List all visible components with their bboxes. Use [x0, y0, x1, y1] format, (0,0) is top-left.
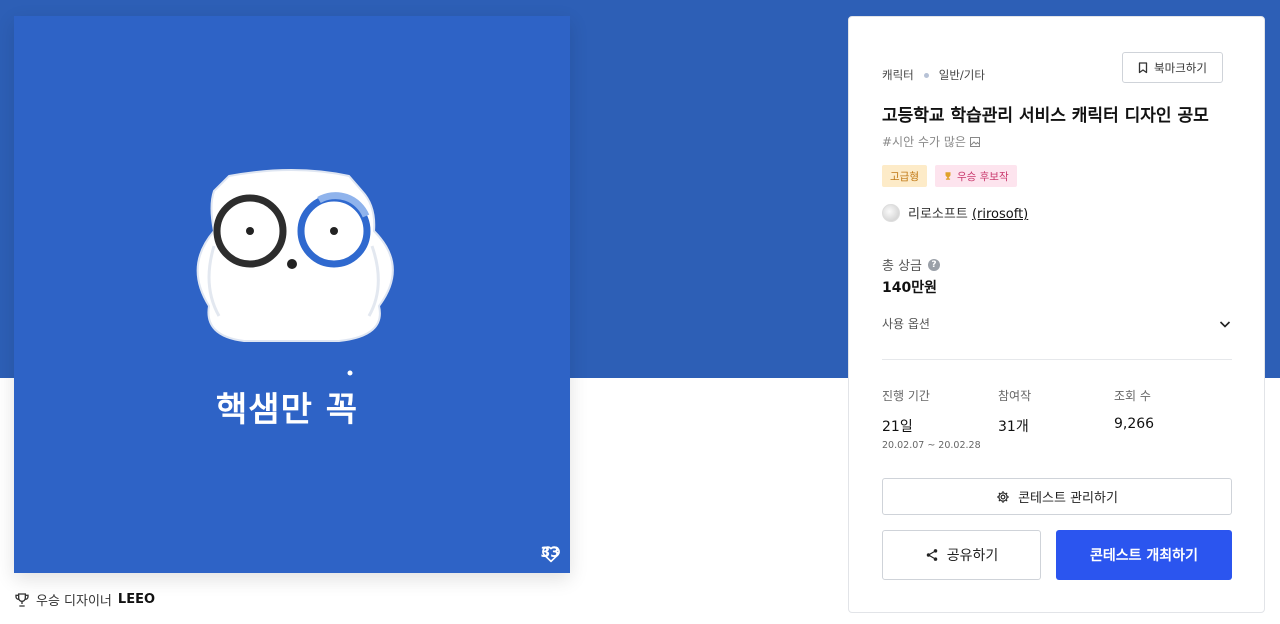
period-value: 21일 — [882, 419, 913, 435]
stat-entries: 참여작 31개 — [998, 387, 1031, 436]
stat-period: 진행 기간 21일 20.02.07 ~ 20.02.28 — [882, 387, 981, 451]
usage-options-toggle[interactable]: 사용 옵션 — [882, 315, 1232, 332]
manage-contest-button[interactable]: 콘테스트 관리하기 — [882, 478, 1232, 515]
grade-badge-label: 고급형 — [890, 170, 919, 183]
bookmark-icon — [1138, 61, 1148, 73]
usage-options-label: 사용 옵션 — [882, 317, 930, 331]
winner-name[interactable]: LEEO — [118, 592, 155, 607]
total-prize-value: 140만원 — [882, 280, 937, 296]
winner-designer: 우승 디자이너 LEEO — [14, 590, 155, 609]
period-label: 진행 기간 — [882, 389, 930, 403]
prize-label-text: 총 상금 — [882, 259, 923, 274]
host-avatar — [882, 203, 900, 222]
contest-title: 고등학교 학습관리 서비스 캐릭터 디자인 공모 — [882, 106, 1209, 126]
winner-label: 우승 디자이너 — [36, 594, 112, 609]
help-icon[interactable]: ? — [928, 258, 941, 271]
category-breadcrumb: 캐릭터 일반/기타 — [882, 67, 985, 83]
manage-contest-label: 콘테스트 관리하기 — [1018, 491, 1118, 506]
share-label: 공유하기 — [946, 548, 999, 564]
trophy-icon — [945, 172, 951, 180]
winning-artwork[interactable]: 핵샘만 꼭 33 — [14, 16, 570, 573]
category-link[interactable]: 캐릭터 — [882, 67, 914, 83]
bookmark-button[interactable]: 북마크하기 — [1122, 52, 1223, 83]
share-button[interactable]: 공유하기 — [882, 530, 1041, 580]
gear-icon — [997, 490, 1009, 503]
owl-mascot-illustration — [196, 169, 394, 376]
contest-badges: 고급형 우승 후보작 — [882, 165, 1017, 187]
award-badge: 우승 후보작 — [934, 165, 1017, 187]
grade-badge: 고급형 — [882, 165, 927, 187]
bookmark-label: 북마크하기 — [1154, 60, 1207, 75]
chevron-down-icon — [1219, 320, 1231, 328]
subcategory-link[interactable]: 일반/기타 — [939, 67, 985, 83]
trophy-icon — [15, 592, 29, 607]
divider — [882, 359, 1232, 360]
host-info[interactable]: 리로소프트 (rirosoft) — [882, 203, 1028, 222]
host-handle[interactable]: (rirosoft) — [972, 207, 1028, 222]
contest-tagline: #시안 수가 많은 — [882, 133, 980, 150]
share-icon — [926, 549, 937, 561]
contest-info-panel: 캐릭터 일반/기타 북마크하기 고등학교 학습관리 서비스 캐릭터 디자인 공모… — [848, 16, 1265, 613]
tagline-text: #시안 수가 많은 — [882, 135, 966, 149]
host-contest-label: 콘테스트 개최하기 — [1090, 548, 1198, 564]
entries-label: 참여작 — [998, 389, 1032, 403]
like-button[interactable]: 33 — [541, 545, 560, 563]
image-icon — [969, 136, 980, 147]
heart-icon — [541, 546, 560, 563]
artwork-title: 핵샘만 꼭 — [216, 390, 358, 430]
breadcrumb-separator — [923, 72, 929, 78]
host-contest-button[interactable]: 콘테스트 개최하기 — [1056, 530, 1232, 580]
views-value: 9,266 — [1114, 416, 1155, 432]
period-range: 20.02.07 ~ 20.02.28 — [882, 440, 981, 451]
host-name: 리로소프트 (rirosoft) — [908, 203, 1028, 222]
award-badge-label: 우승 후보작 — [956, 170, 1009, 183]
total-prize-label: 총 상금 ? — [882, 255, 941, 274]
host-name-text: 리로소프트 — [908, 207, 968, 222]
stat-views: 조회 수 9,266 — [1114, 387, 1154, 432]
views-label: 조회 수 — [1114, 389, 1151, 403]
entries-value: 31개 — [998, 419, 1029, 435]
